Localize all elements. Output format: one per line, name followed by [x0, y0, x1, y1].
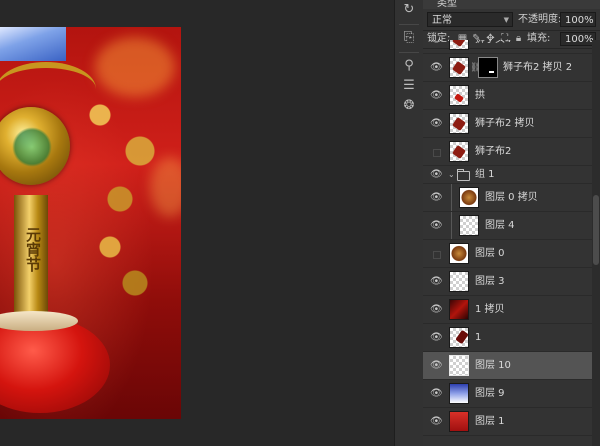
- layer-name: 图层 4: [485, 220, 515, 231]
- layer-name: 狮子布2: [475, 146, 512, 157]
- eye-icon[interactable]: 👁︎: [430, 40, 443, 46]
- layer-name: 图层 9: [475, 388, 505, 399]
- side-tool-strip: ↻ ⎘ ⚲ ☰ ❂: [394, 0, 424, 446]
- opacity-field[interactable]: 100%: [560, 12, 596, 27]
- layer-mask-thumbnail[interactable]: [478, 57, 498, 78]
- layer-row[interactable]: 👁︎ 图层 3: [423, 268, 592, 296]
- layer-thumbnail: [449, 85, 469, 106]
- layer-thumbnail: [449, 113, 469, 134]
- artwork-pillar-text: 元宵节: [24, 227, 42, 272]
- layer-thumbnail: [449, 411, 469, 432]
- layer-name: 图层 0: [475, 248, 505, 259]
- eye-icon[interactable]: 👁︎: [430, 360, 443, 372]
- layer-row[interactable]: 👁︎ ⛓ 狮子布2 拷贝 2: [423, 54, 592, 82]
- layer-name: 狮子布2 拷贝: [475, 118, 535, 129]
- panel-filter-row: 类型: [423, 0, 600, 9]
- layer-thumbnail: [449, 57, 469, 78]
- eye-icon[interactable]: 👁︎: [430, 220, 443, 232]
- brush-settings-icon[interactable]: ⚲: [399, 56, 419, 76]
- layer-thumbnail: [449, 271, 469, 292]
- layer-group-row[interactable]: 👁︎ ⌄ 组 1: [423, 166, 592, 184]
- clone-stamp-icon[interactable]: ⎘: [399, 28, 419, 48]
- layer-thumbnail: [449, 141, 469, 162]
- group-name: 组 1: [475, 169, 495, 180]
- layer-row-selected[interactable]: 👁︎ 图层 10: [423, 352, 592, 380]
- layer-name: 狮子布2 拷贝 2: [503, 62, 573, 73]
- layer-thumbnail: [449, 355, 469, 376]
- layer-thumbnail: [449, 327, 469, 348]
- thumbnail-mark: [452, 61, 466, 75]
- eye-icon[interactable]: 👁︎: [430, 192, 443, 204]
- layer-row[interactable]: 👁︎ 图层 9: [423, 380, 592, 408]
- tool-separator: [399, 24, 419, 25]
- layer-thumbnail: [449, 40, 469, 50]
- layer-row[interactable]: 👁︎ 图层 1: [423, 408, 592, 436]
- thumbnail-mark: [452, 117, 466, 131]
- thumbnail-mark: [452, 40, 466, 47]
- layer-row[interactable]: 图层 0: [423, 240, 592, 268]
- eye-icon[interactable]: 👁︎: [430, 276, 443, 288]
- layer-row[interactable]: 👁︎ 图层 0 拷贝: [423, 184, 592, 212]
- layer-row[interactable]: 狮子布2: [423, 138, 592, 166]
- layer-name: 图层 0 拷贝: [485, 192, 538, 203]
- document-artwork[interactable]: 元宵节: [0, 27, 181, 419]
- filter-kind-label[interactable]: 类型: [437, 0, 457, 9]
- folder-icon: [457, 169, 470, 181]
- blend-mode-value: 正常: [432, 15, 452, 26]
- layer-thumbnail: [449, 243, 469, 264]
- thumbnail-mark: [454, 93, 464, 103]
- style-icon[interactable]: ❂: [399, 96, 419, 116]
- visibility-toggle-off[interactable]: [433, 251, 441, 259]
- eye-icon[interactable]: 👁︎: [430, 416, 443, 428]
- layer-row[interactable]: 👁︎ 1 拷贝: [423, 296, 592, 324]
- layer-name: 图层 3: [475, 276, 505, 287]
- tool-separator: [399, 52, 419, 53]
- layer-name: 1: [475, 332, 482, 343]
- eye-icon[interactable]: 👁︎: [430, 90, 443, 102]
- layer-row[interactable]: 👁︎ 拱: [423, 82, 592, 110]
- artwork-sky: [0, 27, 66, 61]
- blend-mode-select[interactable]: 正常 ▼: [427, 12, 513, 27]
- thumbnail-mark: [452, 145, 466, 159]
- layer-row[interactable]: 👁︎ 狮子头4: [423, 40, 592, 54]
- opacity-label: 不透明度:: [518, 14, 562, 25]
- layers-list: 👁︎ 狮子头4 👁︎ ⛓ 狮子布2 拷贝 2 👁︎ 拱 👁︎ 狮子布2 拷贝: [423, 40, 600, 446]
- layers-scrollbar[interactable]: [592, 40, 600, 446]
- chevron-down-icon[interactable]: ⌄: [448, 170, 455, 179]
- layer-row[interactable]: 👁︎ 狮子布2 拷贝: [423, 110, 592, 138]
- layer-name: 1 拷贝: [475, 304, 505, 315]
- layer-thumbnail: [459, 215, 479, 236]
- artwork-red-drum: [0, 317, 110, 413]
- eye-icon[interactable]: 👁︎: [430, 169, 443, 181]
- opacity-value: 100%: [565, 15, 594, 26]
- layer-thumbnail: [449, 299, 469, 320]
- adjust-icon[interactable]: ☰: [399, 76, 419, 96]
- layer-name: 拱: [475, 90, 485, 101]
- eye-icon[interactable]: 👁︎: [430, 118, 443, 130]
- layers-panel: 类型 正常 ▼ 不透明度: 100% 锁定: ▦ ✎ ✥ ⛶ 🔒︎ 填充: 10…: [423, 0, 600, 446]
- layer-thumbnail: [449, 383, 469, 404]
- layer-row[interactable]: 👁︎ 1: [423, 324, 592, 352]
- document-canvas-area[interactable]: 元宵节: [0, 0, 394, 446]
- layer-row[interactable]: 👁︎ 图层 4: [423, 212, 592, 240]
- chain-link-icon[interactable]: ⛓: [470, 62, 481, 74]
- chevron-down-icon: ▼: [503, 16, 509, 24]
- thumbnail-mark: [455, 329, 468, 345]
- layer-thumbnail: [459, 187, 479, 208]
- history-brush-icon[interactable]: ↻: [399, 0, 419, 20]
- artwork-golden-frame: [0, 62, 96, 116]
- mask-mark: [489, 71, 494, 73]
- artwork-orb-inlay: [12, 127, 52, 167]
- eye-icon[interactable]: 👁︎: [430, 332, 443, 344]
- visibility-toggle-off[interactable]: [433, 149, 441, 157]
- blend-row: 正常 ▼ 不透明度: 100%: [423, 9, 600, 31]
- layer-name: 图层 10: [475, 360, 511, 371]
- layer-name: 图层 1: [475, 416, 505, 427]
- eye-icon[interactable]: 👁︎: [430, 62, 443, 74]
- layer-name: 狮子头4: [475, 40, 511, 54]
- eye-icon[interactable]: 👁︎: [430, 304, 443, 316]
- eye-icon[interactable]: 👁︎: [430, 388, 443, 400]
- scrollbar-thumb[interactable]: [593, 195, 599, 265]
